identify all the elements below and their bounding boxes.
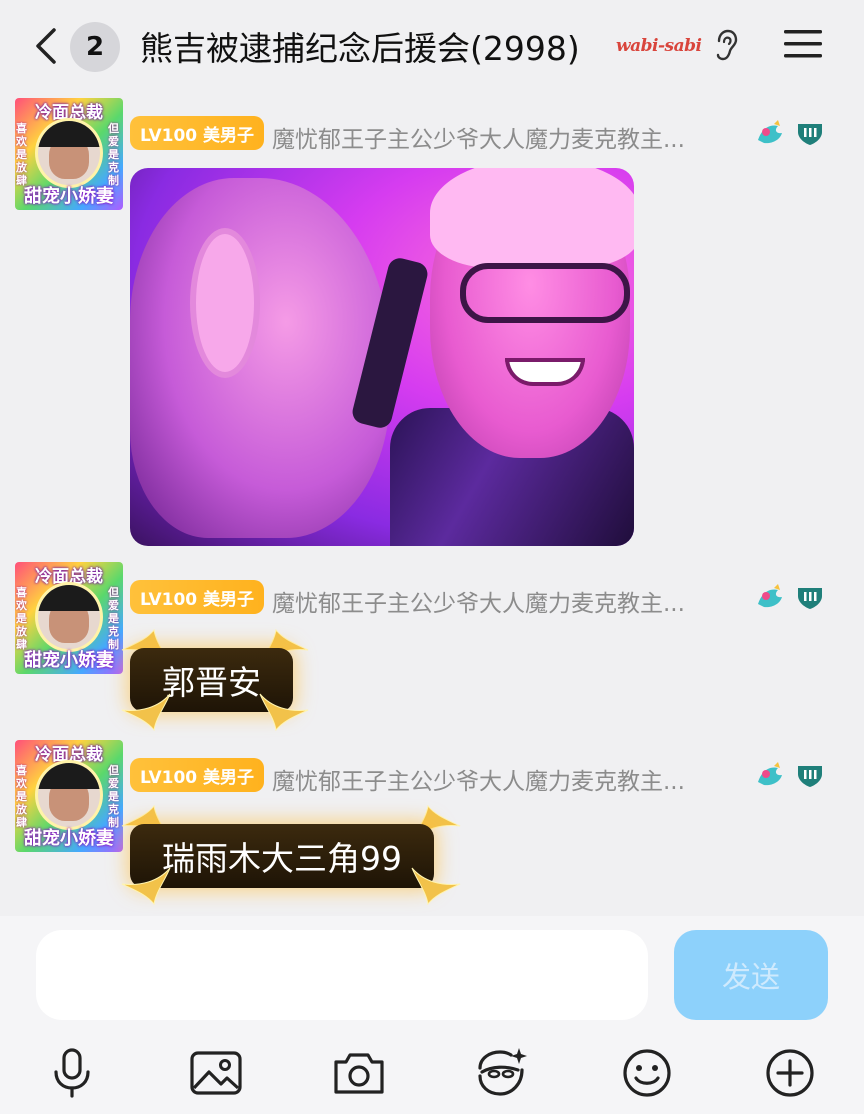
avatar-photo [35,582,103,652]
image-icon[interactable] [187,1044,245,1102]
shield-badge-icon [798,124,822,145]
photo-ear [190,228,260,378]
avatar-frame-text: 甜宠小娇妻 [24,650,114,671]
avatar-hair [38,121,100,147]
avatar[interactable]: 冷面总裁 喜欢是放肆 但爱是克制 甜宠小娇妻 [15,562,123,674]
level-badge: LV100 美男子 [130,580,265,614]
dragon-badge-icon [758,584,782,608]
golden-wing-icon [411,867,461,906]
plus-icon[interactable] [761,1044,819,1102]
message-input[interactable] [36,930,648,1020]
golden-wing-icon [121,693,171,732]
golden-wing-icon [121,867,171,906]
avatar-frame-text: 甜宠小娇妻 [24,828,114,849]
group-title[interactable]: 熊吉被逮捕纪念后援会(2998) [140,22,580,70]
sender-name[interactable]: 魔忧郁王子主公少爷大人魔力麦克教主... [272,120,742,154]
shield-badge-icon [798,766,822,787]
microphone-icon[interactable] [43,1044,101,1102]
avatar-frame-text: 喜欢是放肆 [16,764,27,829]
avatar-frame-text: 喜欢是放肆 [16,586,27,651]
level-badge: LV100 美男子 [130,758,265,792]
avatar-photo [35,118,103,188]
chat-header: 2 熊吉被逮捕纪念后援会(2998) wabi-sabi [0,0,864,92]
message-bubble[interactable]: 瑞雨木大三角99 [130,824,434,888]
level-badge: LV100 美男子 [130,116,265,150]
avatar-photo [35,760,103,830]
ear-icon[interactable] [712,28,740,64]
avatar[interactable]: 冷面总裁 喜欢是放肆 但爱是克制 甜宠小娇妻 [15,740,123,852]
sender-name[interactable]: 魔忧郁王子主公少爷大人魔力麦克教主... [272,584,742,618]
unread-count-badge[interactable]: 2 [70,22,120,72]
menu-icon[interactable] [782,26,824,62]
avatar-frame-text: 甜宠小娇妻 [24,186,114,207]
group-tag: wabi-sabi [616,36,702,56]
golden-wing-icon [259,693,309,732]
avatar-hair [38,585,100,611]
dragon-badge-icon [758,120,782,144]
shield-badge-icon [798,588,822,609]
emoji-sticker-icon[interactable] [472,1044,530,1102]
photo-person [130,178,390,538]
photo-glasses [460,263,630,323]
smiley-icon[interactable] [618,1044,676,1102]
avatar-frame-text: 但爱是克制 [108,122,119,187]
composer-bar: 发送 [0,916,864,1114]
avatar[interactable]: 冷面总裁 喜欢是放肆 但爱是克制 甜宠小娇妻 [15,98,123,210]
dragon-badge-icon [758,762,782,786]
photo-hair [430,168,634,268]
send-button[interactable]: 发送 [674,930,828,1020]
avatar-hair [38,763,100,789]
back-arrow-icon[interactable] [30,26,60,66]
image-message[interactable] [130,168,634,546]
sender-name[interactable]: 魔忧郁王子主公少爷大人魔力麦克教主... [272,762,742,796]
avatar-frame-text: 喜欢是放肆 [16,122,27,187]
camera-icon[interactable] [330,1044,388,1102]
